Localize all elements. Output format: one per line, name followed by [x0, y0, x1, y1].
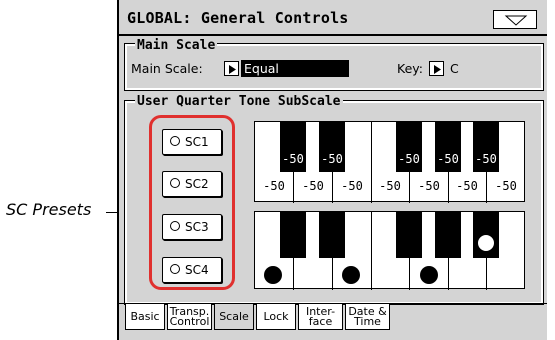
triangle-down-icon	[504, 15, 528, 26]
selected-key-marker	[477, 234, 495, 252]
title-bar: GLOBAL: General Controls	[119, 0, 547, 34]
sc1-label: SC1	[185, 135, 209, 149]
black-key-value: -50	[282, 152, 304, 166]
page-menu-button[interactable]	[493, 10, 537, 29]
black-key-value: -50	[398, 152, 420, 166]
white-key-value: -50	[379, 179, 401, 193]
triangle-right-icon	[434, 65, 441, 74]
tab-interface[interactable]: Inter- face	[298, 304, 343, 330]
title-divider	[119, 34, 547, 36]
white-key-value: -50	[418, 179, 440, 193]
selection-keyboard	[254, 211, 525, 290]
tab-date-time[interactable]: Date & Time	[345, 304, 390, 330]
white-key-value: -50	[302, 179, 324, 193]
selected-key-marker	[342, 266, 360, 284]
black-key-value: -50	[475, 152, 497, 166]
callout-sc-presets-label: SC Presets	[6, 200, 92, 219]
led-icon	[170, 221, 180, 231]
black-key-5[interactable]: -50	[473, 122, 499, 172]
key-label: Key:	[397, 61, 423, 76]
led-icon	[170, 178, 180, 188]
black-key-1[interactable]	[280, 212, 306, 258]
triangle-right-icon	[229, 65, 236, 74]
main-scale-section-label: Main Scale	[135, 38, 218, 53]
tuning-keyboard: -50 -50 -50 -50 -50 -50 -50 -50 -50 -50 …	[254, 121, 525, 203]
global-screen: GLOBAL: General Controls Main Scale Main…	[117, 0, 547, 340]
selected-key-marker	[420, 266, 438, 284]
black-key-5[interactable]	[473, 212, 499, 258]
black-key-2[interactable]	[319, 212, 345, 258]
white-key-value: -50	[456, 179, 478, 193]
selected-key-marker	[264, 266, 282, 284]
sc2-label: SC2	[185, 177, 209, 191]
black-key-2[interactable]: -50	[319, 122, 345, 172]
led-icon	[170, 264, 180, 274]
white-key-value: -50	[341, 179, 363, 193]
black-key-value: -50	[437, 152, 459, 166]
tab-scale[interactable]: Scale	[214, 304, 254, 330]
main-scale-select-button[interactable]	[224, 61, 239, 76]
black-key-3[interactable]: -50	[396, 122, 422, 172]
black-key-4[interactable]: -50	[435, 122, 461, 172]
black-key-value: -50	[321, 152, 343, 166]
black-key-4[interactable]	[435, 212, 461, 258]
tab-transp-control[interactable]: Transp. Control	[167, 304, 212, 330]
page-title: GLOBAL: General Controls	[127, 9, 349, 27]
key-select-button[interactable]	[429, 61, 444, 76]
white-key-value: -50	[495, 179, 517, 193]
main-scale-field[interactable]: Equal	[241, 60, 349, 77]
main-scale-label: Main Scale:	[131, 61, 203, 76]
sc3-label: SC3	[185, 220, 209, 234]
key-value: C	[450, 61, 459, 76]
black-key-3[interactable]	[396, 212, 422, 258]
main-scale-value: Equal	[244, 61, 279, 76]
sc1-preset-button[interactable]: SC1	[162, 129, 222, 155]
sc3-preset-button[interactable]: SC3	[162, 214, 222, 240]
led-icon	[170, 136, 180, 146]
tab-basic[interactable]: Basic	[125, 304, 165, 330]
tab-lock[interactable]: Lock	[256, 304, 296, 330]
subscale-section-label: User Quarter Tone SubScale	[135, 94, 343, 109]
black-key-1[interactable]: -50	[280, 122, 306, 172]
sc2-preset-button[interactable]: SC2	[162, 171, 222, 197]
sc4-label: SC4	[185, 263, 209, 277]
white-key-value: -50	[263, 179, 285, 193]
sc4-preset-button[interactable]: SC4	[162, 257, 222, 283]
